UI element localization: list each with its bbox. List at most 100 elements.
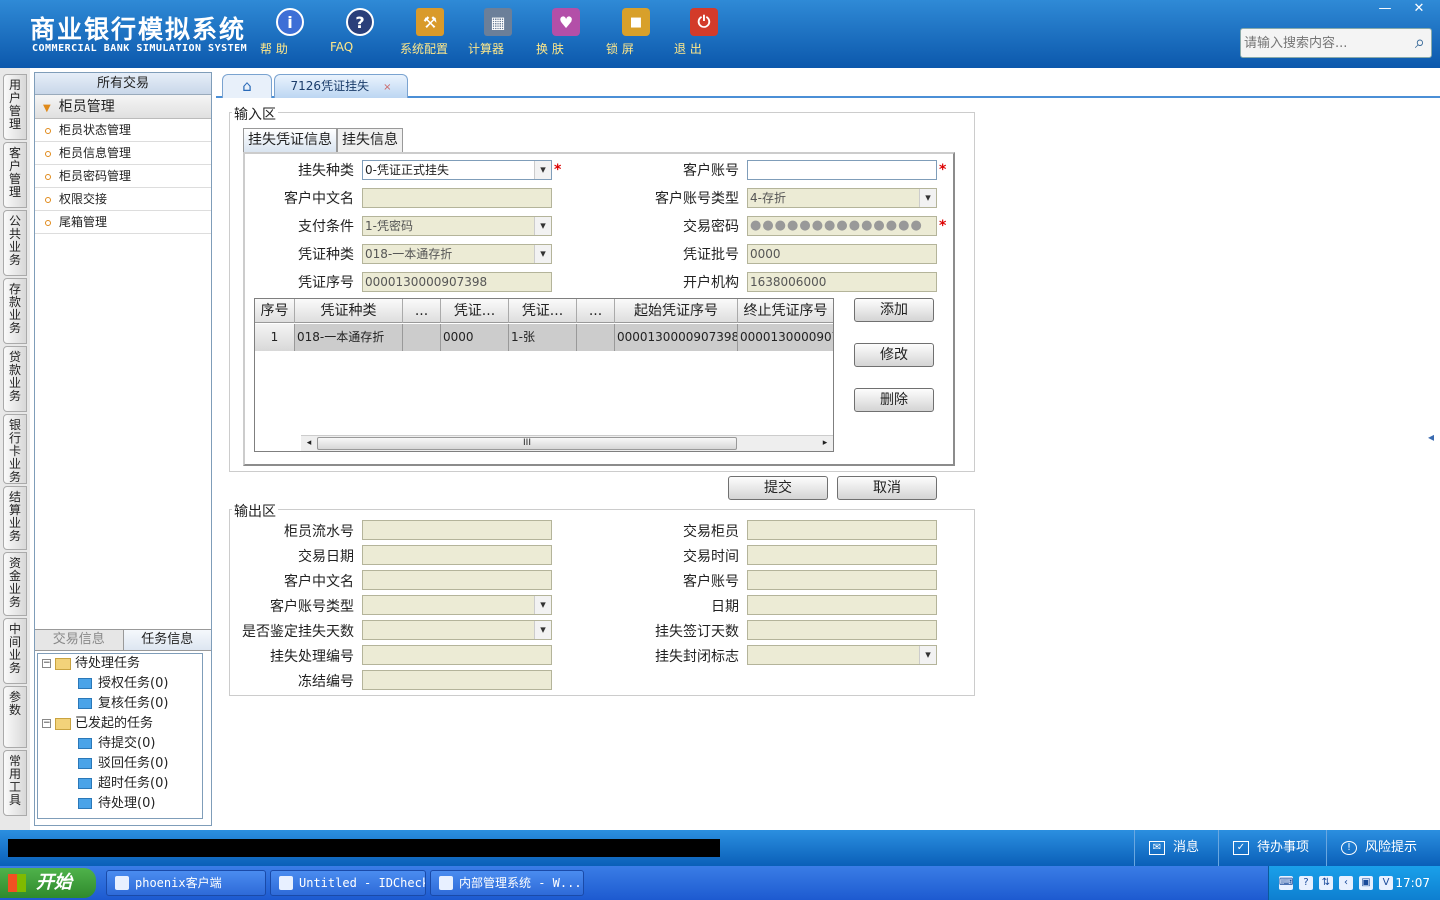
vtab-settlement[interactable]: 结算业务 [3, 486, 27, 550]
network-icon[interactable]: ⇅ [1319, 876, 1333, 890]
vtab-funds[interactable]: 资金业务 [3, 552, 27, 616]
vtab-customer-management[interactable]: 客户管理 [3, 142, 27, 208]
all-transactions-header[interactable]: 所有交易 [35, 73, 211, 95]
close-tab-icon[interactable]: × [383, 82, 391, 93]
grid-col-voucher-type[interactable]: 凭证种类 [295, 299, 403, 323]
tree-node-initiated[interactable]: − 已发起的任务 [42, 714, 153, 734]
app-subtitle: COMMERCIAL BANK SIMULATION SYSTEM [32, 43, 248, 54]
tree-node-rejected[interactable]: 驳回任务(0) [78, 754, 168, 774]
tab-loss-voucher-info[interactable]: 挂失凭证信息 [243, 128, 337, 152]
minimize-button[interactable]: — [1372, 0, 1398, 18]
scroll-right-icon[interactable]: ▸ [817, 436, 833, 451]
grid-col-hidden-2[interactable]: ... [577, 299, 615, 323]
tree-node-pending[interactable]: − 待处理任务 [42, 654, 140, 674]
verify-days-select[interactable] [362, 620, 552, 640]
start-button[interactable]: 开始 [0, 868, 96, 898]
pay-cond-select[interactable]: 1-凭密码 [362, 216, 552, 236]
menu-item-tail-box[interactable]: 尾箱管理 [35, 211, 211, 234]
lock-icon: ■ [622, 8, 650, 36]
cancel-button[interactable]: 取消 [837, 476, 937, 500]
grid-col-voucher-count[interactable]: 凭证... [509, 299, 577, 323]
calculator-button[interactable]: ▦ 计算器 [468, 8, 528, 56]
task-icon [78, 738, 92, 749]
add-button[interactable]: 添加 [854, 298, 934, 322]
grid-col-voucher-batch[interactable]: 凭证... [441, 299, 509, 323]
tab-transaction-info[interactable]: 交易信息 [35, 630, 123, 650]
menu-item-permission-handover[interactable]: 权限交接 [35, 188, 211, 211]
password-input[interactable]: ●●●●●●●●●●●●●● [747, 216, 937, 236]
menu-item-teller-password[interactable]: 柜员密码管理 [35, 165, 211, 188]
vtab-public-business[interactable]: 公共业务 [3, 210, 27, 276]
tab-home[interactable]: ⌂ [222, 74, 272, 98]
faq-button[interactable]: ? FAQ [330, 8, 390, 54]
task-tree: − 待处理任务 授权任务(0) 复核任务(0) − 已发起的任务 待提交(0) 驳回… [37, 653, 203, 819]
search-icon[interactable]: ⌕ [1415, 32, 1425, 53]
delete-button[interactable]: 删除 [854, 388, 934, 412]
scroll-thumb[interactable]: III [317, 437, 737, 450]
info-icon: i [276, 8, 304, 36]
close-window-button[interactable]: ✕ [1406, 0, 1432, 18]
help-tray-icon[interactable]: ? [1299, 876, 1313, 890]
vtab-common-tools[interactable]: 常用工具 [3, 750, 27, 816]
voucher-type-label: 凭证种类 [298, 247, 354, 263]
risk-alert-button[interactable]: ! 风险提示 [1326, 830, 1436, 866]
required-mark: * [939, 162, 947, 178]
help-button[interactable]: i 帮 助 [260, 8, 320, 56]
vtab-intermediary[interactable]: 中间业务 [3, 618, 27, 684]
keyboard-icon[interactable]: ⌨ [1279, 876, 1293, 890]
messages-button[interactable]: ✉ 消息 [1134, 830, 1214, 866]
tab-loss-info[interactable]: 挂失信息 [337, 128, 403, 152]
close-flag-select[interactable] [747, 645, 937, 665]
taskbar-item-internal-system[interactable]: 内部管理系统 - W... [430, 870, 584, 896]
envelope-icon: ✉ [1149, 840, 1165, 855]
account-no-input[interactable] [747, 160, 937, 180]
task-icon [78, 778, 92, 789]
grid-col-end-seq[interactable]: 终止凭证序号 [738, 299, 833, 323]
loss-type-select[interactable]: 0-凭证正式挂失 [362, 160, 552, 180]
grid-horizontal-scrollbar[interactable]: ◂ III ▸ [301, 435, 833, 451]
vtab-parameters[interactable]: 参数 [3, 686, 27, 748]
table-row[interactable]: 1 018-一本通存折 0000 1-张 0000130000907398 00… [255, 324, 833, 351]
vtab-bank-card[interactable]: 银行卡业务 [3, 414, 27, 484]
grid-col-seq[interactable]: 序号 [255, 299, 295, 323]
out-account-type-select[interactable] [362, 595, 552, 615]
out-date-field [747, 595, 937, 615]
collapse-right-icon[interactable]: ◂ [1428, 430, 1438, 470]
voucher-seq-field: 0000130000907398 [362, 272, 552, 292]
vtab-loan[interactable]: 贷款业务 [3, 346, 27, 412]
account-type-select[interactable]: 4-存折 [747, 188, 937, 208]
required-mark: * [939, 218, 947, 234]
tab-task-info[interactable]: 任务信息 [122, 630, 211, 650]
taskbar-item-phoenix[interactable]: phoenix客户端 [106, 870, 266, 896]
v-app-icon[interactable]: V [1379, 876, 1393, 890]
tree-node-timeout[interactable]: 超时任务(0) [78, 774, 168, 794]
search-input[interactable] [1244, 33, 1404, 53]
taskbar-item-idcheck[interactable]: Untitled - IDCheck [270, 870, 426, 896]
vtab-deposit[interactable]: 存款业务 [3, 278, 27, 344]
tree-node-to-process[interactable]: 待处理(0) [78, 794, 155, 814]
tree-node-authorization[interactable]: 授权任务(0) [78, 674, 168, 694]
tree-node-to-submit[interactable]: 待提交(0) [78, 734, 155, 754]
grid-col-hidden-1[interactable]: ... [403, 299, 441, 323]
todo-button[interactable]: ✓ 待办事项 [1218, 830, 1322, 866]
lock-screen-button[interactable]: ■ 锁 屏 [606, 8, 666, 56]
grid-col-start-seq[interactable]: 起始凭证序号 [615, 299, 738, 323]
system-config-button[interactable]: ⚒ 系统配置 [400, 8, 460, 56]
scroll-left-icon[interactable]: ◂ [301, 436, 317, 451]
tree-node-review[interactable]: 复核任务(0) [78, 694, 168, 714]
monitor-icon[interactable]: ▣ [1359, 876, 1373, 890]
change-skin-button[interactable]: ♥ 换 肤 [536, 8, 596, 56]
collapse-icon[interactable]: − [42, 659, 51, 668]
tab-voucher-loss[interactable]: 7126凭证挂失 × [274, 74, 408, 98]
collapse-icon[interactable]: − [42, 719, 51, 728]
voucher-grid: 序号 凭证种类 ... 凭证... 凭证... ... 起始凭证序号 终止凭证序… [254, 298, 834, 452]
submit-button[interactable]: 提交 [728, 476, 828, 500]
back-icon[interactable]: ‹ [1339, 876, 1353, 890]
menu-item-teller-info[interactable]: 柜员信息管理 [35, 142, 211, 165]
vtab-user-management[interactable]: 用户管理 [3, 74, 27, 140]
voucher-type-select[interactable]: 018-一本通存折 [362, 244, 552, 264]
teller-management-group[interactable]: ▼ 柜员管理 [35, 95, 211, 119]
modify-button[interactable]: 修改 [854, 343, 934, 367]
exit-button[interactable]: ⏻ 退 出 [674, 8, 734, 56]
menu-item-teller-status[interactable]: 柜员状态管理 [35, 119, 211, 142]
